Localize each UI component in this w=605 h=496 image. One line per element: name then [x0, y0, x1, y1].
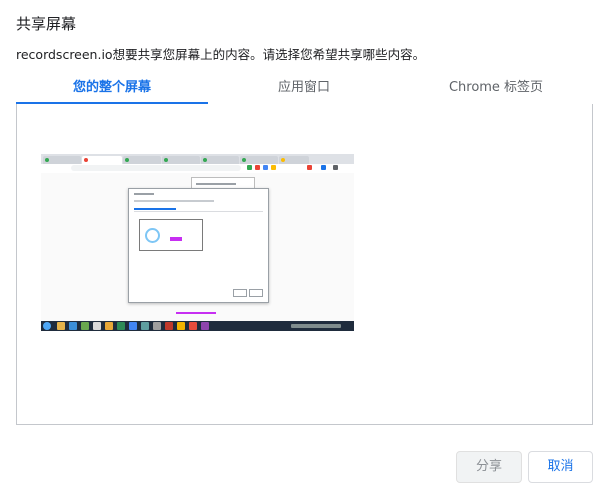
thumbnail-nested-screen — [139, 219, 203, 251]
thumbnail-omnibox — [71, 165, 241, 171]
dialog-title: 共享屏幕 — [16, 15, 77, 33]
share-source-tabs: 您的整个屏幕 应用窗口 Chrome 标签页 — [16, 76, 592, 105]
thumbnail-browser-tabbar — [41, 154, 354, 164]
cancel-button[interactable]: 取消 — [528, 451, 593, 483]
screen-picker-panel — [16, 104, 593, 425]
thumbnail-taskbar — [41, 321, 354, 331]
entire-screen-thumbnail[interactable] — [41, 154, 354, 331]
thumbnail-page-body — [41, 173, 354, 321]
tab-entire-screen[interactable]: 您的整个屏幕 — [16, 76, 208, 105]
dialog-description: recordscreen.io想要共享您屏幕上的内容。请选择您希望共享哪些内容。 — [16, 47, 426, 62]
tab-chrome-tab[interactable]: Chrome 标签页 — [400, 76, 592, 104]
thumbnail-share-dialog — [128, 188, 269, 303]
tab-application-window[interactable]: 应用窗口 — [208, 76, 400, 104]
share-button[interactable]: 分享 — [456, 451, 522, 483]
